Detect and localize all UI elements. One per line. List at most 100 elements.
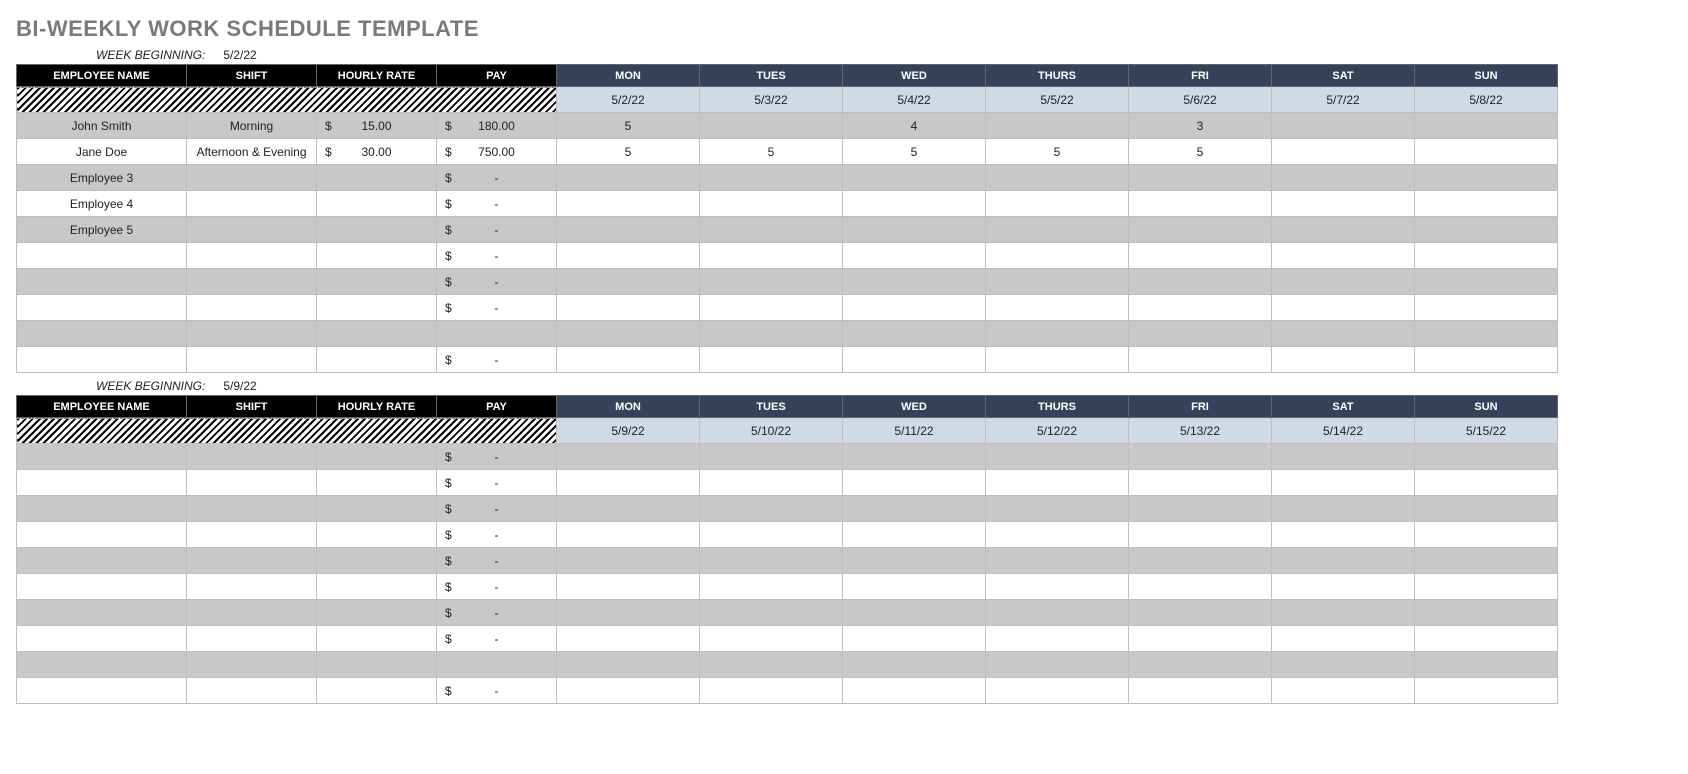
cell-hours[interactable] (1129, 600, 1272, 626)
cell-pay[interactable]: $- (437, 574, 557, 600)
cell-hours[interactable] (700, 548, 843, 574)
cell-name[interactable] (17, 496, 187, 522)
cell-hours[interactable] (1415, 191, 1558, 217)
cell-shift[interactable] (187, 321, 317, 347)
cell-hours[interactable] (1129, 678, 1272, 704)
cell-shift[interactable] (187, 626, 317, 652)
cell-hours[interactable] (1272, 496, 1415, 522)
cell-hours[interactable] (1415, 652, 1558, 678)
cell-hours[interactable] (1272, 113, 1415, 139)
cell-hours[interactable] (986, 295, 1129, 321)
cell-rate[interactable] (317, 600, 437, 626)
cell-name[interactable] (17, 243, 187, 269)
cell-hours[interactable] (557, 678, 700, 704)
cell-shift[interactable] (187, 444, 317, 470)
cell-hours[interactable] (1272, 217, 1415, 243)
cell-pay[interactable]: $- (437, 444, 557, 470)
cell-name[interactable] (17, 548, 187, 574)
cell-hours[interactable] (1129, 191, 1272, 217)
cell-hours[interactable] (843, 269, 986, 295)
cell-hours[interactable] (986, 444, 1129, 470)
cell-hours[interactable] (1415, 574, 1558, 600)
cell-pay[interactable]: $- (437, 496, 557, 522)
cell-pay[interactable]: $- (437, 470, 557, 496)
cell-shift[interactable]: Afternoon & Evening (187, 139, 317, 165)
cell-name[interactable] (17, 321, 187, 347)
cell-hours[interactable] (986, 626, 1129, 652)
cell-hours[interactable] (843, 347, 986, 373)
cell-rate[interactable] (317, 321, 437, 347)
cell-hours[interactable] (986, 165, 1129, 191)
cell-rate[interactable] (317, 626, 437, 652)
cell-hours[interactable]: 5 (557, 113, 700, 139)
cell-shift[interactable] (187, 295, 317, 321)
cell-hours[interactable] (1415, 522, 1558, 548)
cell-hours[interactable] (1415, 626, 1558, 652)
cell-hours[interactable] (1415, 678, 1558, 704)
cell-hours[interactable] (1272, 295, 1415, 321)
cell-hours[interactable] (1272, 470, 1415, 496)
cell-hours[interactable] (557, 295, 700, 321)
cell-name[interactable] (17, 444, 187, 470)
cell-shift[interactable] (187, 269, 317, 295)
cell-shift[interactable] (187, 678, 317, 704)
cell-hours[interactable] (1415, 600, 1558, 626)
cell-hours[interactable] (1272, 678, 1415, 704)
cell-name[interactable]: Employee 4 (17, 191, 187, 217)
cell-rate[interactable] (317, 217, 437, 243)
cell-hours[interactable] (700, 243, 843, 269)
cell-rate[interactable] (317, 295, 437, 321)
cell-hours[interactable] (700, 269, 843, 295)
cell-hours[interactable] (700, 191, 843, 217)
cell-hours[interactable] (1272, 600, 1415, 626)
cell-hours[interactable] (986, 548, 1129, 574)
cell-hours[interactable] (1415, 496, 1558, 522)
cell-rate[interactable] (317, 470, 437, 496)
cell-hours[interactable] (986, 574, 1129, 600)
cell-shift[interactable] (187, 470, 317, 496)
cell-rate[interactable] (317, 678, 437, 704)
cell-hours[interactable] (700, 347, 843, 373)
cell-pay[interactable]: $- (437, 295, 557, 321)
cell-pay[interactable] (437, 321, 557, 347)
cell-hours[interactable] (1415, 139, 1558, 165)
cell-hours[interactable] (1415, 548, 1558, 574)
cell-hours[interactable]: 5 (700, 139, 843, 165)
cell-hours[interactable] (1129, 444, 1272, 470)
cell-name[interactable] (17, 600, 187, 626)
cell-hours[interactable] (843, 574, 986, 600)
cell-hours[interactable] (986, 600, 1129, 626)
cell-hours[interactable] (557, 574, 700, 600)
cell-rate[interactable] (317, 652, 437, 678)
cell-hours[interactable] (1415, 165, 1558, 191)
cell-hours[interactable] (843, 600, 986, 626)
cell-hours[interactable] (700, 600, 843, 626)
cell-hours[interactable] (1415, 470, 1558, 496)
cell-hours[interactable]: 5 (843, 139, 986, 165)
cell-shift[interactable] (187, 165, 317, 191)
cell-hours[interactable] (700, 321, 843, 347)
cell-hours[interactable] (986, 191, 1129, 217)
cell-hours[interactable] (1272, 191, 1415, 217)
cell-hours[interactable] (843, 678, 986, 704)
cell-hours[interactable] (1129, 522, 1272, 548)
cell-name[interactable] (17, 347, 187, 373)
cell-hours[interactable] (700, 295, 843, 321)
cell-shift[interactable] (187, 652, 317, 678)
cell-hours[interactable] (1272, 269, 1415, 295)
cell-hours[interactable] (1272, 548, 1415, 574)
cell-hours[interactable] (1272, 522, 1415, 548)
cell-hours[interactable] (700, 470, 843, 496)
cell-name[interactable] (17, 652, 187, 678)
cell-rate[interactable] (317, 444, 437, 470)
cell-pay[interactable]: $- (437, 548, 557, 574)
cell-hours[interactable] (700, 574, 843, 600)
cell-hours[interactable] (986, 113, 1129, 139)
cell-hours[interactable] (986, 217, 1129, 243)
cell-hours[interactable] (700, 165, 843, 191)
cell-shift[interactable] (187, 347, 317, 373)
cell-hours[interactable] (1129, 269, 1272, 295)
cell-hours[interactable] (557, 269, 700, 295)
cell-hours[interactable] (1272, 139, 1415, 165)
cell-hours[interactable] (1415, 444, 1558, 470)
